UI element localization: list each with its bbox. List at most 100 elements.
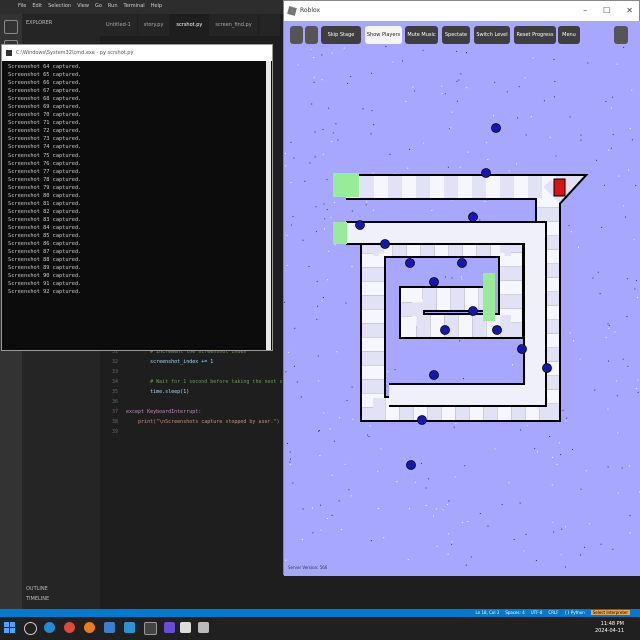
game-toolbar: Skip Stage Show Players Mute Music Spect… xyxy=(284,26,640,46)
terminal-line: Screenshot 77 captured. xyxy=(8,168,82,175)
app-icon[interactable] xyxy=(164,622,175,633)
line-number: 35 xyxy=(111,389,118,395)
roblox-studio-icon[interactable] xyxy=(198,622,209,633)
edge-icon[interactable] xyxy=(44,622,55,633)
store-icon[interactable] xyxy=(104,622,115,633)
menu-run[interactable]: Run xyxy=(108,3,118,9)
player-dot[interactable] xyxy=(491,123,501,133)
switch-level-button[interactable]: Switch Level xyxy=(474,26,510,44)
player-dot[interactable] xyxy=(492,325,502,335)
menu-button[interactable]: Menu xyxy=(558,26,580,44)
tab-story[interactable]: story.py xyxy=(138,14,171,36)
tab-scrshot[interactable]: scrshot.py xyxy=(170,14,210,36)
player-dot[interactable] xyxy=(406,460,416,470)
mute-music-button[interactable]: Mute Music xyxy=(405,26,438,44)
checkpoint-pad xyxy=(333,222,347,244)
code-line: 33 xyxy=(100,369,280,377)
clock-date: 2024-04-11 xyxy=(594,628,624,634)
player-dot[interactable] xyxy=(468,306,478,316)
line-number: 36 xyxy=(111,399,118,405)
menu-go[interactable]: Go xyxy=(95,3,102,9)
code-line: 38 print("\nScreenshots capture stopped … xyxy=(100,419,280,427)
terminal-line: Screenshot 76 captured. xyxy=(8,160,82,167)
terminal-line: Screenshot 74 captured. xyxy=(8,144,82,151)
player-dot[interactable] xyxy=(405,258,415,268)
menu-terminal[interactable]: Terminal xyxy=(124,3,145,9)
chrome-icon[interactable] xyxy=(64,622,75,633)
terminal-line: Screenshot 81 captured. xyxy=(8,200,82,207)
player-dot[interactable] xyxy=(355,220,365,230)
start-icon[interactable] xyxy=(4,622,16,634)
terminal-line: Screenshot 83 captured. xyxy=(8,216,82,223)
vscode-icon[interactable] xyxy=(124,622,135,633)
explorer-icon[interactable] xyxy=(4,20,18,34)
terminal-scrollbar[interactable] xyxy=(266,61,271,350)
windows-taskbar: 11:48 PM 2024-04-11 xyxy=(0,617,640,640)
terminal-line: Screenshot 85 captured. xyxy=(8,232,82,239)
player-dot[interactable] xyxy=(457,258,467,268)
search-taskbar-icon[interactable] xyxy=(24,622,37,635)
terminal-line: Screenshot 88 captured. xyxy=(8,257,82,264)
more-options-icon[interactable] xyxy=(614,26,628,44)
menu-help[interactable]: Help xyxy=(151,3,162,9)
terminal-line: Screenshot 66 captured. xyxy=(8,80,82,87)
line-number: 32 xyxy=(111,359,118,365)
player-dot[interactable] xyxy=(380,239,390,249)
menu-selection[interactable]: Selection xyxy=(48,3,71,9)
player-dot[interactable] xyxy=(440,325,450,335)
line-number: 37 xyxy=(111,409,118,415)
terminal-line: Screenshot 87 captured. xyxy=(8,249,82,256)
player-dot[interactable] xyxy=(429,277,439,287)
chat-icon[interactable] xyxy=(305,26,318,44)
player-dot[interactable] xyxy=(481,168,491,178)
tab-screen-find[interactable]: screen_find.py xyxy=(209,14,259,36)
terminal-line: Screenshot 84 captured. xyxy=(8,224,82,231)
player-dot[interactable] xyxy=(468,212,478,222)
terminal-line: Screenshot 75 captured. xyxy=(8,152,82,159)
terminal-line: Screenshot 90 captured. xyxy=(8,273,82,280)
firefox-icon[interactable] xyxy=(84,622,95,633)
menu-file[interactable]: File xyxy=(18,3,26,9)
terminal-line: Screenshot 89 captured. xyxy=(8,265,82,272)
menu-view[interactable]: View xyxy=(77,3,89,9)
spectate-button[interactable]: Spectate xyxy=(442,26,470,44)
terminal-output[interactable]: Screenshot 64 captured. Screenshot 65 cap… xyxy=(8,63,81,296)
show-players-button[interactable]: Show Players xyxy=(365,26,402,44)
player-dot[interactable] xyxy=(417,415,427,425)
roblox-taskbar-icon[interactable] xyxy=(180,622,191,633)
skip-stage-button[interactable]: Skip Stage xyxy=(321,26,361,44)
terminal-line: Screenshot 79 captured. xyxy=(8,184,82,191)
status-spaces[interactable]: Spaces: 4 xyxy=(505,610,524,615)
player-dot[interactable] xyxy=(429,370,439,380)
terminal-line: Screenshot 64 captured. xyxy=(8,64,82,70)
menu-edit[interactable]: Edit xyxy=(32,3,42,9)
tab-untitled[interactable]: Untitled-1 xyxy=(100,14,138,36)
terminal-line: Screenshot 68 captured. xyxy=(8,96,82,103)
roblox-window: Roblox – ☐ ✕ Skip Stage Show Players Mut… xyxy=(283,0,640,576)
status-select-interpreter[interactable]: Select Interpreter xyxy=(590,610,630,615)
code-line: 35 time.sleep(1) xyxy=(100,389,280,397)
terminal-line: Screenshot 72 captured. xyxy=(8,128,82,135)
code-editor[interactable]: 31 # Increment the screenshot index 32 sc… xyxy=(100,345,310,610)
player-dot[interactable] xyxy=(517,344,527,354)
roblox-menu-icon[interactable] xyxy=(290,26,303,44)
terminal-taskbar-icon[interactable] xyxy=(144,622,157,635)
player-dot[interactable] xyxy=(542,363,552,373)
line-number: 33 xyxy=(111,369,118,375)
game-viewport[interactable] xyxy=(284,1,640,576)
status-encoding[interactable]: UTF-8 xyxy=(531,610,543,615)
terminal-line: Screenshot 92 captured. xyxy=(8,289,82,296)
status-eol[interactable]: CRLF xyxy=(548,610,558,615)
taskbar-clock[interactable]: 11:48 PM 2024-04-11 xyxy=(595,621,624,635)
outline-section[interactable]: OUTLINE xyxy=(26,586,49,592)
reset-progress-button[interactable]: Reset Progress xyxy=(514,26,556,44)
inner-checkpoint xyxy=(483,273,495,321)
timeline-section[interactable]: TIMELINE xyxy=(26,596,49,602)
start-checkpoint xyxy=(333,173,359,197)
status-language[interactable]: {} Python xyxy=(565,610,585,615)
terminal-title-bar: C:\Windows\System32\cmd.exe - py scrshot… xyxy=(2,45,272,61)
status-position[interactable]: Ln 18, Col 3 xyxy=(475,610,499,615)
code-line: 32 screenshot_index += 1 xyxy=(100,359,280,367)
terminal-line: Screenshot 67 captured. xyxy=(8,88,82,95)
explorer-header: EXPLORER xyxy=(26,20,53,26)
